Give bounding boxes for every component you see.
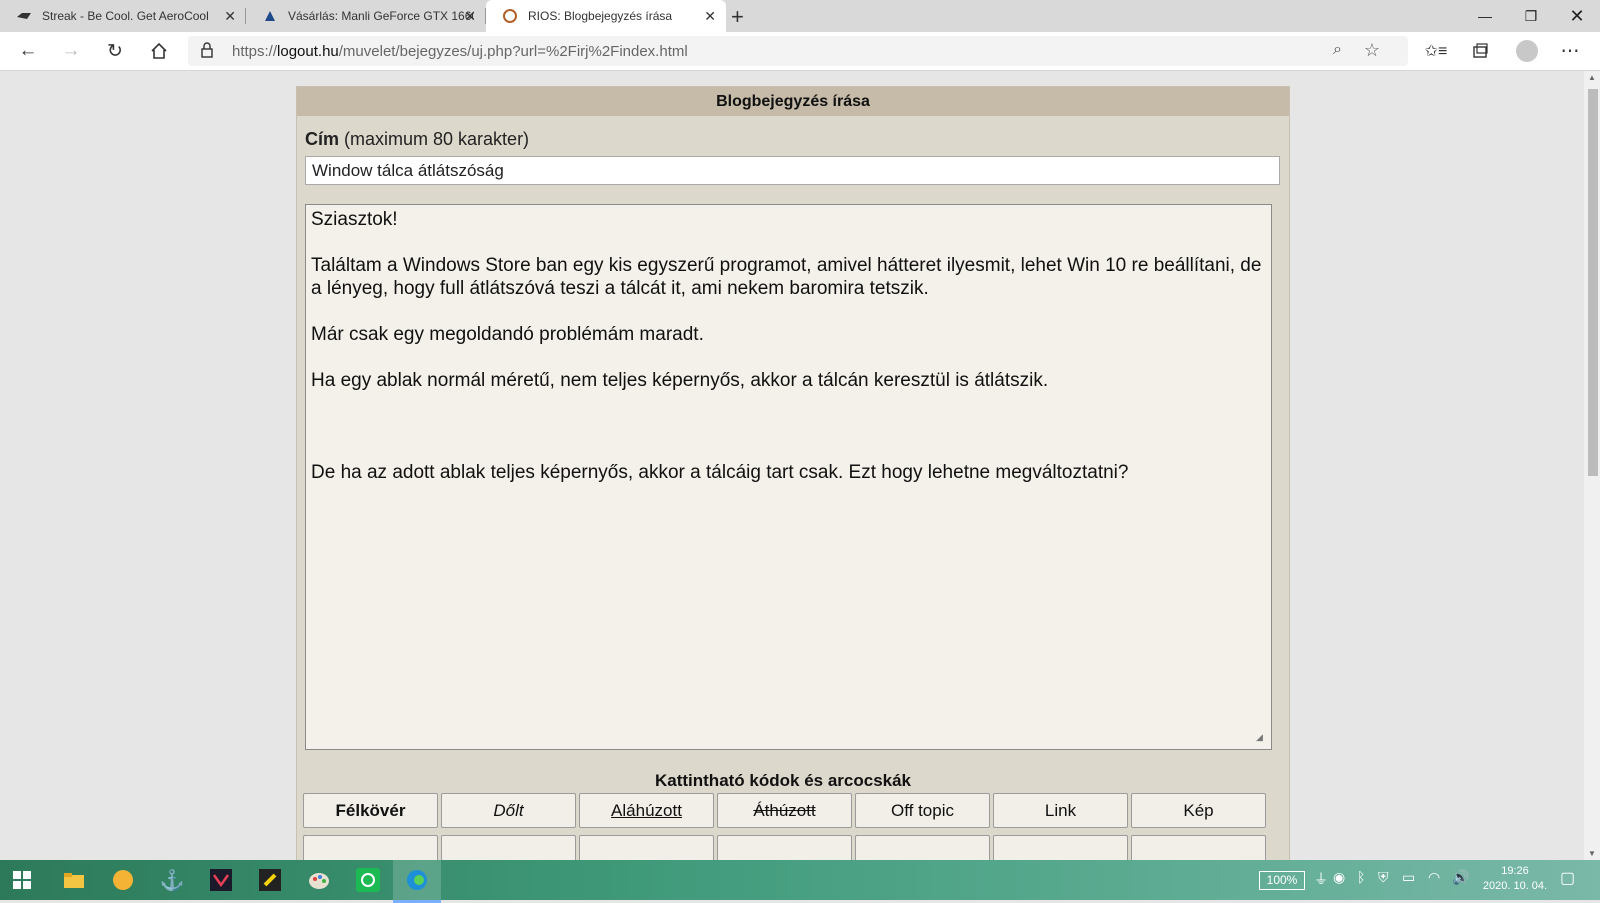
refresh-icon[interactable]: ↻ [101, 38, 129, 64]
lock-icon [200, 42, 214, 61]
link-button[interactable]: Link [993, 793, 1128, 828]
favorites-list-icon[interactable]: ✩≡ [1422, 38, 1450, 64]
vertical-scrollbar[interactable]: ▲ ▼ [1584, 71, 1600, 860]
weather-icon[interactable] [109, 866, 137, 894]
url-text: https://logout.hu/muvelet/bejegyzes/uj.p… [232, 43, 688, 60]
code-button[interactable] [993, 835, 1128, 860]
bold-button[interactable]: Félkövér [303, 793, 438, 828]
code-button[interactable] [855, 835, 990, 860]
forward-arrow-icon[interactable]: → [57, 38, 85, 64]
arukereso-favicon-icon [262, 8, 278, 24]
profile-avatar[interactable] [1516, 40, 1538, 62]
spotify-icon[interactable] [354, 866, 382, 894]
tab-title: RIOS: Blogbejegyzés írása [528, 9, 673, 23]
new-tab-plus-icon[interactable]: + [731, 4, 744, 30]
wifi-icon[interactable]: ◠ [1428, 869, 1440, 886]
scroll-up-arrow-icon[interactable]: ▲ [1588, 73, 1596, 82]
windows-start-icon[interactable] [8, 866, 36, 894]
blog-post-form: Blogbejegyzés írása Cím (maximum 80 kara… [296, 86, 1290, 860]
tab-aerocool[interactable]: Streak - Be Cool. Get AeroCool ✕ [0, 0, 246, 32]
tab-bar: Streak - Be Cool. Get AeroCool ✕ Vásárlá… [0, 0, 1600, 32]
more-menu-icon[interactable]: ⋯ [1556, 38, 1584, 64]
edge-browser-icon[interactable] [403, 866, 431, 894]
code-button[interactable] [579, 835, 714, 860]
tab-title: Vásárlás: Manli GeForce GTX 1660 [288, 9, 474, 23]
tab-title: Streak - Be Cool. Get AeroCool [42, 9, 209, 23]
world-of-warships-icon[interactable]: ⚓ [158, 866, 186, 894]
page-viewport: Blogbejegyzés írása Cím (maximum 80 kara… [0, 71, 1584, 860]
battery-percent[interactable]: 100% [1259, 871, 1305, 890]
volume-icon[interactable]: 🔊 [1452, 869, 1469, 886]
close-tab-icon[interactable]: ✕ [704, 8, 716, 25]
zoom-icon[interactable]: ⌕ [1333, 41, 1342, 59]
close-window-icon[interactable]: ✕ [1554, 0, 1600, 32]
underline-button[interactable]: Aláhúzott [579, 793, 714, 828]
close-tab-icon[interactable]: ✕ [224, 8, 236, 25]
form-header: Blogbejegyzés írása [297, 87, 1289, 116]
restore-icon[interactable]: ❐ [1508, 0, 1554, 32]
rios-favicon-icon [502, 8, 518, 24]
minimize-icon[interactable]: — [1462, 0, 1508, 32]
codes-heading: Kattintható kódok és arcocskák [654, 771, 912, 790]
tab-rios-active[interactable]: RIOS: Blogbejegyzés írása ✕ [486, 0, 726, 32]
scrollbar-thumb[interactable] [1588, 89, 1598, 476]
address-bar[interactable]: https://logout.hu/muvelet/bejegyzes/uj.p… [188, 36, 1408, 66]
aerocool-favicon-icon [16, 8, 32, 24]
title-input[interactable] [305, 156, 1280, 185]
code-button[interactable] [717, 835, 852, 860]
favorite-star-icon[interactable]: ☆ [1364, 40, 1380, 61]
battery-icon[interactable]: ▭ [1402, 869, 1415, 886]
close-tab-icon[interactable]: ✕ [464, 8, 476, 25]
scroll-down-arrow-icon[interactable]: ▼ [1588, 849, 1596, 858]
image-button[interactable]: Kép [1131, 793, 1266, 828]
home-icon[interactable] [145, 38, 173, 64]
body-textarea[interactable]: Sziasztok! Találtam a Windows Store ban … [305, 204, 1272, 750]
code-button[interactable] [1131, 835, 1266, 860]
power-plug-icon[interactable]: ⏚ [1314, 869, 1328, 889]
security-shield-icon[interactable]: ⛨ [1378, 869, 1389, 886]
collections-icon[interactable] [1466, 38, 1494, 64]
clock-date: 2020. 10. 04. [1482, 880, 1548, 892]
tab-arukereso[interactable]: Vásárlás: Manli GeForce GTX 1660 ✕ [246, 0, 486, 32]
bluetooth-icon[interactable]: ᛒ [1357, 869, 1365, 885]
taskbar-clock[interactable]: 19:26 2020. 10. 04. [1480, 864, 1550, 894]
off-topic-button[interactable]: Off topic [855, 793, 990, 828]
notification-icon[interactable]: ▢ [1560, 868, 1575, 888]
paint-icon[interactable] [305, 866, 333, 894]
back-arrow-icon[interactable]: ← [14, 38, 42, 64]
italic-button[interactable]: Dőlt [441, 793, 576, 828]
navigation-bar: ← → ↻ https://logout.hu/muvelet/bejegyze… [0, 32, 1600, 71]
resize-grip-icon[interactable]: ◢ [1256, 732, 1263, 743]
code-button[interactable] [303, 835, 438, 860]
clock-time: 19:26 [1501, 865, 1529, 877]
valorant-icon[interactable] [207, 866, 235, 894]
strikethrough-button[interactable]: Áthúzott [717, 793, 852, 828]
windows-taskbar: ⚓ 100% ⏚ ◉ ᛒ ⛨ ▭ ◠ 🔊 19:26 2020. 10. 04.… [0, 860, 1600, 903]
title-label: Cím (maximum 80 karakter) [305, 129, 530, 149]
file-explorer-icon[interactable] [60, 866, 88, 894]
sticky-notes-icon[interactable] [256, 866, 284, 894]
steam-icon[interactable]: ◉ [1333, 869, 1345, 886]
code-button[interactable] [441, 835, 576, 860]
